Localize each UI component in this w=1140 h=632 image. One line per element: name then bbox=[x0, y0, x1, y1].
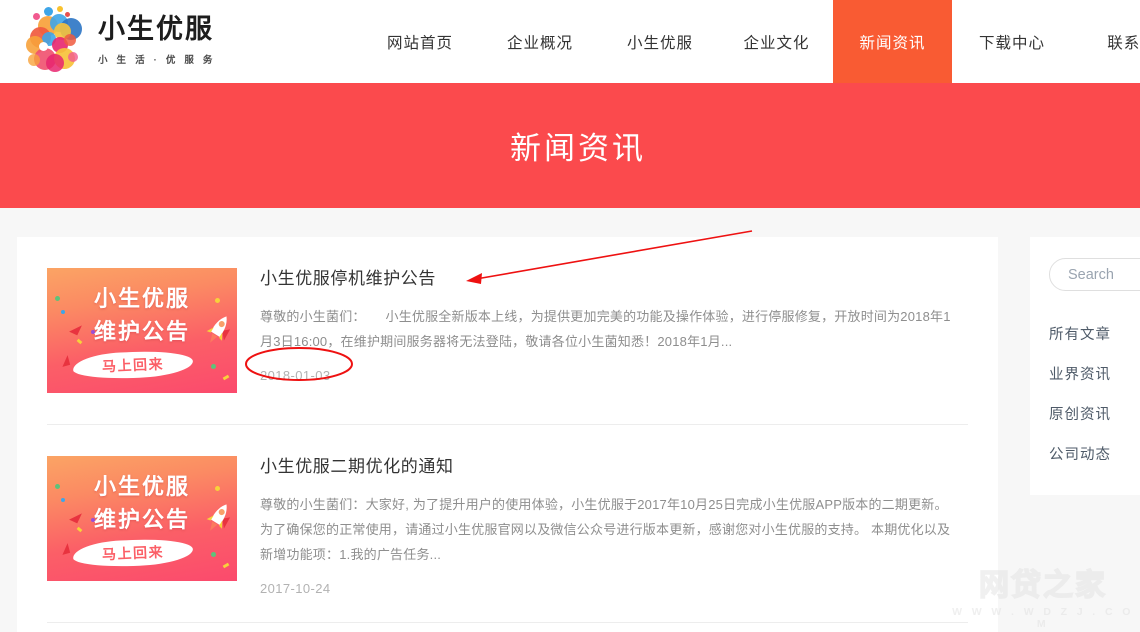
logo-subtitle: 小 生 活 · 优 服 务 bbox=[98, 54, 216, 66]
sidebar-category-list: 所有文章 业界资讯 原创资讯 公司动态 bbox=[1049, 315, 1140, 475]
article-list-card: 小生优服 维护公告 马上回来 小生优服停机维护公告 尊敬的小生菌们： 小生优服全… bbox=[17, 237, 998, 632]
sidebar-item-label: 业界资讯 bbox=[1049, 367, 1111, 383]
page-title: 新闻资讯 bbox=[510, 131, 646, 166]
sidebar-item-label: 原创资讯 bbox=[1049, 407, 1111, 423]
nav-label: 联系我 bbox=[1107, 34, 1140, 52]
nav-item-5[interactable]: 下载中心 bbox=[952, 0, 1072, 83]
watermark-url: W W W . W D Z J . C O M bbox=[952, 606, 1134, 630]
nav-item-1[interactable]: 企业概况 bbox=[480, 0, 600, 83]
search-input[interactable] bbox=[1068, 266, 1140, 283]
article-divider bbox=[47, 622, 968, 623]
thumb-line-1: 小生优服 bbox=[93, 474, 190, 499]
article-summary: 尊敬的小生菌们： 小生优服全新版本上线，为提供更加完美的功能及操作体验，进行停服… bbox=[260, 309, 951, 349]
search-box[interactable] bbox=[1049, 258, 1140, 291]
article-title[interactable]: 小生优服二期优化的通知 bbox=[260, 456, 968, 478]
sidebar-item-label: 公司动态 bbox=[1049, 447, 1111, 463]
sidebar-item-original-news[interactable]: 原创资讯 bbox=[1049, 395, 1140, 435]
article-thumbnail[interactable]: 小生优服 维护公告 马上回来 bbox=[47, 456, 237, 581]
thumb-line-3: 马上回来 bbox=[101, 355, 165, 375]
page-banner: 新闻资讯 bbox=[0, 83, 1140, 208]
article-text-block: 小生优服停机维护公告 尊敬的小生菌们： 小生优服全新版本上线，为提供更加完美的功… bbox=[237, 268, 968, 393]
article-date: 2017-10-24 bbox=[260, 581, 331, 596]
thumb-line-1: 小生优服 bbox=[93, 286, 190, 311]
page-root: 小生优服 小 生 活 · 优 服 务 网站首页 企业概况 小生优服 企业文化 新… bbox=[0, 0, 1140, 632]
article-thumbnail[interactable]: 小生优服 维护公告 马上回来 bbox=[47, 268, 237, 393]
nav-label: 企业概况 bbox=[506, 34, 573, 52]
article-summary: 尊敬的小生菌们：大家好, 为了提升用户的使用体验，小生优服于2017年10月25… bbox=[260, 497, 951, 562]
nav-label: 下载中心 bbox=[978, 34, 1045, 52]
site-header: 小生优服 小 生 活 · 优 服 务 网站首页 企业概况 小生优服 企业文化 新… bbox=[0, 0, 1140, 83]
nav-item-0[interactable]: 网站首页 bbox=[360, 0, 480, 83]
thumb-line-3: 马上回来 bbox=[101, 543, 165, 563]
nav-label: 企业文化 bbox=[743, 34, 810, 52]
nav-label: 新闻资讯 bbox=[859, 34, 926, 52]
article-text-block: 小生优服二期优化的通知 尊敬的小生菌们：大家好, 为了提升用户的使用体验，小生优… bbox=[237, 456, 968, 596]
article-item[interactable]: 小生优服 维护公告 马上回来 小生优服停机维护公告 尊敬的小生菌们： 小生优服全… bbox=[17, 237, 998, 393]
sidebar-item-all-articles[interactable]: 所有文章 bbox=[1049, 315, 1140, 355]
nav-item-news-active[interactable]: 新闻资讯 bbox=[833, 0, 952, 83]
nav-item-2[interactable]: 小生优服 bbox=[600, 0, 720, 83]
sidebar-item-company-news[interactable]: 公司动态 bbox=[1049, 435, 1140, 475]
site-logo[interactable]: 小生优服 小 生 活 · 优 服 务 bbox=[24, 6, 216, 76]
logo-s-icon bbox=[24, 6, 92, 76]
nav-label: 网站首页 bbox=[386, 34, 453, 52]
logo-title: 小生优服 bbox=[98, 13, 214, 45]
sidebar-item-label: 所有文章 bbox=[1049, 327, 1111, 343]
nav-label: 小生优服 bbox=[626, 34, 693, 52]
sidebar-item-industry-news[interactable]: 业界资讯 bbox=[1049, 355, 1140, 395]
nav-item-6[interactable]: 联系我 bbox=[1072, 0, 1140, 83]
watermark-text: 网贷之家 bbox=[978, 568, 1107, 603]
main-navigation: 网站首页 企业概况 小生优服 企业文化 新闻资讯 下载中心 联系我 bbox=[360, 0, 1140, 83]
article-item[interactable]: 小生优服 维护公告 马上回来 小生优服二期优化的通知 尊敬的小生菌们：大家好, … bbox=[17, 425, 998, 596]
article-title[interactable]: 小生优服停机维护公告 bbox=[260, 268, 968, 290]
sidebar-card: 所有文章 业界资讯 原创资讯 公司动态 bbox=[1030, 237, 1140, 495]
watermark: 网贷之家 W W W . W D Z J . C O M bbox=[952, 568, 1134, 630]
nav-item-3[interactable]: 企业文化 bbox=[720, 0, 833, 83]
article-date: 2018-01-03 bbox=[260, 368, 331, 383]
